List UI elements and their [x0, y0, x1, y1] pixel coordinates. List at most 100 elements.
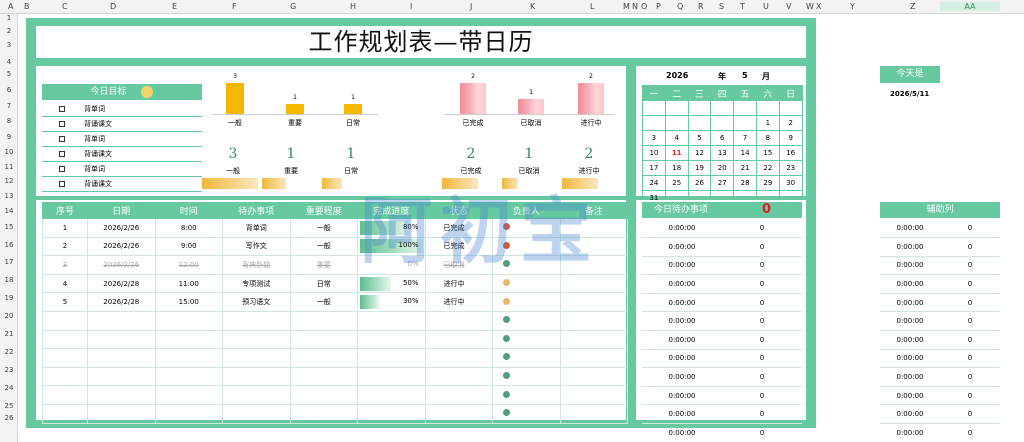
task-empty-cell[interactable] — [357, 310, 426, 331]
task-date-cell[interactable]: 2026/2/28 — [87, 292, 156, 312]
task-no-cell[interactable]: 5 — [42, 292, 88, 312]
column-label[interactable]: V — [786, 2, 791, 11]
column-label[interactable]: M — [623, 2, 630, 11]
calendar-day[interactable]: 26 — [687, 175, 712, 191]
task-time-cell[interactable]: 15:00 — [154, 292, 223, 312]
row-label[interactable]: 24 — [0, 384, 18, 392]
calendar-day[interactable]: 1 — [755, 115, 780, 131]
row-label[interactable]: 18 — [0, 276, 18, 284]
task-header-cell[interactable]: 待办事项 — [222, 202, 291, 219]
row-label[interactable]: 26 — [0, 414, 18, 422]
task-empty-cell[interactable] — [154, 366, 223, 387]
task-empty-cell[interactable] — [42, 310, 88, 331]
calendar-day[interactable]: 18 — [664, 160, 689, 176]
column-label[interactable]: R — [698, 2, 704, 11]
task-empty-cell[interactable] — [357, 348, 426, 368]
task-level-cell[interactable]: 一般 — [289, 218, 358, 238]
calendar-day[interactable]: 3 — [642, 130, 666, 146]
task-empty-cell[interactable] — [154, 385, 223, 405]
calendar-day[interactable]: 16 — [778, 145, 803, 161]
calendar-day[interactable] — [687, 100, 712, 116]
row-label[interactable]: 20 — [0, 312, 18, 320]
calendar-day[interactable] — [755, 100, 780, 116]
column-label[interactable]: O — [641, 2, 647, 11]
task-header-cell[interactable]: 时间 — [154, 202, 223, 219]
row-label[interactable]: 25 — [0, 402, 18, 410]
calendar-day[interactable]: 7 — [733, 130, 757, 146]
task-empty-cell[interactable] — [87, 366, 156, 387]
task-empty-cell[interactable] — [424, 366, 493, 387]
task-progress-cell[interactable]: 30% — [357, 292, 426, 312]
row-label[interactable]: 15 — [0, 223, 18, 231]
task-date-cell[interactable]: 2026/2/26 — [87, 236, 156, 257]
calendar-day[interactable]: 5 — [687, 130, 712, 146]
calendar-day[interactable]: 2 — [778, 115, 803, 131]
column-label[interactable]: B — [24, 2, 30, 11]
calendar-day[interactable] — [642, 115, 666, 131]
task-row[interactable] — [42, 310, 628, 331]
calendar-day[interactable]: 10 — [642, 145, 666, 161]
checkbox[interactable] — [59, 106, 65, 112]
task-empty-cell[interactable] — [42, 329, 88, 350]
column-label[interactable]: Y — [850, 2, 855, 11]
task-task-cell[interactable]: 专项测试 — [222, 273, 291, 294]
row-label[interactable]: 16 — [0, 241, 18, 249]
calendar-day[interactable]: 15 — [755, 145, 780, 161]
row-label[interactable]: 21 — [0, 330, 18, 338]
calendar-day[interactable]: 13 — [710, 145, 735, 161]
column-label[interactable]: T — [740, 2, 745, 11]
calendar-day[interactable]: 28 — [733, 175, 757, 191]
task-empty-cell[interactable] — [424, 385, 493, 405]
task-empty-cell[interactable] — [424, 348, 493, 368]
task-no-cell[interactable]: 2 — [42, 236, 88, 257]
task-empty-cell[interactable] — [154, 329, 223, 350]
task-empty-cell[interactable] — [559, 403, 628, 424]
checkbox[interactable] — [59, 181, 65, 187]
row-label[interactable]: 19 — [0, 294, 18, 302]
task-empty-cell[interactable] — [492, 385, 561, 405]
row-label[interactable]: 4 — [0, 58, 18, 66]
task-task-cell[interactable]: 背单词 — [222, 218, 291, 238]
calendar-day[interactable]: 19 — [687, 160, 712, 176]
row-label[interactable]: 12 — [0, 177, 18, 185]
column-label[interactable]: A — [8, 2, 13, 11]
column-label[interactable]: U — [763, 2, 769, 11]
task-empty-cell[interactable] — [357, 366, 426, 387]
task-empty-cell[interactable] — [559, 385, 628, 405]
task-task-cell[interactable]: 写作文 — [222, 236, 291, 257]
task-empty-cell[interactable] — [42, 385, 88, 405]
calendar-day[interactable]: 25 — [664, 175, 689, 191]
calendar-day[interactable]: 11 — [664, 145, 689, 161]
task-empty-cell[interactable] — [289, 310, 358, 331]
row-label[interactable]: 23 — [0, 366, 18, 374]
column-label[interactable]: G — [290, 2, 296, 11]
task-no-cell[interactable]: 1 — [42, 218, 88, 238]
task-row[interactable]: 5 2026/2/28 15:00 预习语文 一般 30% 进行中 — [42, 292, 628, 312]
task-progress-cell[interactable]: 50% — [357, 273, 426, 294]
task-time-cell[interactable]: 12:00 — [154, 255, 223, 275]
column-label[interactable]: K — [530, 2, 535, 11]
column-label[interactable]: E — [172, 2, 177, 11]
row-label[interactable]: 5 — [0, 70, 18, 78]
column-label[interactable]: AA — [940, 2, 1000, 11]
calendar-day[interactable]: 21 — [733, 160, 757, 176]
column-label[interactable]: F — [232, 2, 237, 11]
column-label[interactable]: Z — [910, 2, 915, 11]
row-label[interactable]: 11 — [0, 163, 18, 171]
task-date-cell[interactable]: 2026/2/26 — [87, 255, 156, 275]
task-row[interactable] — [42, 403, 628, 424]
task-empty-cell[interactable] — [289, 385, 358, 405]
calendar-day[interactable] — [642, 100, 666, 116]
row-label[interactable]: 6 — [0, 86, 18, 94]
task-status-cell[interactable]: 进行中 — [424, 292, 493, 312]
column-label[interactable]: H — [350, 2, 356, 11]
task-empty-cell[interactable] — [222, 403, 291, 424]
calendar-day[interactable]: 14 — [733, 145, 757, 161]
task-empty-cell[interactable] — [357, 385, 426, 405]
task-empty-cell[interactable] — [222, 366, 291, 387]
task-time-cell[interactable]: 9:00 — [154, 236, 223, 257]
task-date-cell[interactable]: 2026/2/28 — [87, 273, 156, 294]
calendar-day[interactable] — [778, 100, 803, 116]
column-label[interactable]: N — [632, 2, 638, 11]
row-label[interactable]: 9 — [0, 133, 18, 141]
